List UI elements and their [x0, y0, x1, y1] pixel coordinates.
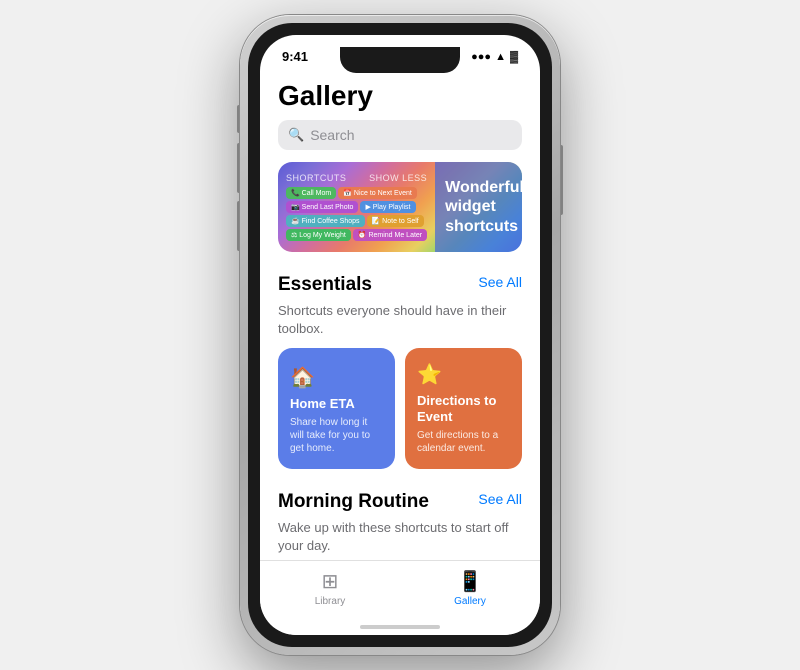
- tab-bar: ⊞ Library 📱 Gallery: [260, 560, 540, 619]
- notch: [340, 47, 460, 73]
- shortcut-row-2: 📷 Send Last Photo ▶ Play Playlist: [286, 201, 427, 213]
- home-indicator: [260, 619, 540, 635]
- phone-shell: 9:41 ●●● ▲ ▓ Gallery 🔍 Search: [240, 15, 560, 655]
- home-eta-icon: 🏠: [290, 365, 383, 390]
- morning-desc: Wake up with these shortcuts to start of…: [260, 517, 540, 560]
- signal-icon: ●●●: [471, 51, 491, 63]
- shortcut-playlist: ▶ Play Playlist: [360, 201, 415, 213]
- shortcut-coffee: ☕ Find Coffee Shops: [286, 215, 365, 227]
- featured-banner[interactable]: shortcuts Show Less 📞 Call Mom 📅 Nice to…: [278, 162, 522, 252]
- home-eta-desc: Share how long it will take for you to g…: [290, 416, 383, 455]
- essentials-cards: 🏠 Home ETA Share how long it will take f…: [260, 348, 540, 486]
- shortcut-row-3: ☕ Find Coffee Shops 📝 Note to Self: [286, 215, 427, 227]
- shortcut-note: 📝 Note to Self: [367, 215, 424, 227]
- tab-library[interactable]: ⊞ Library: [260, 569, 400, 607]
- morning-see-all[interactable]: See All: [478, 491, 522, 507]
- directions-event-card[interactable]: ⭐ Directions to Event Get directions to …: [405, 348, 522, 468]
- shortcut-last-photo: 📷 Send Last Photo: [286, 201, 358, 213]
- morning-title: Morning Routine: [278, 491, 429, 513]
- library-label: Library: [315, 596, 346, 607]
- shortcut-row-4: ⚖ Log My Weight ⏰ Remind Me Later: [286, 229, 427, 241]
- gallery-label: Gallery: [454, 596, 486, 607]
- screen: 9:41 ●●● ▲ ▓ Gallery 🔍 Search: [260, 35, 540, 635]
- essentials-see-all[interactable]: See All: [478, 274, 522, 290]
- power-button[interactable]: [560, 145, 563, 215]
- essentials-header: Essentials See All: [260, 270, 540, 300]
- phone: 9:41 ●●● ▲ ▓ Gallery 🔍 Search: [240, 15, 560, 655]
- directions-icon: ⭐: [417, 362, 510, 387]
- featured-left: shortcuts Show Less 📞 Call Mom 📅 Nice to…: [278, 163, 435, 251]
- home-eta-card[interactable]: 🏠 Home ETA Share how long it will take f…: [278, 348, 395, 468]
- search-icon: 🔍: [288, 127, 304, 143]
- library-icon: ⊞: [322, 569, 339, 594]
- mini-shortcuts: 📞 Call Mom 📅 Nice to Next Event 📷 Send L…: [286, 187, 427, 241]
- wifi-icon: ▲: [495, 51, 506, 63]
- directions-desc: Get directions to a calendar event.: [417, 429, 510, 455]
- shortcut-weight: ⚖ Log My Weight: [286, 229, 351, 241]
- status-icons: ●●● ▲ ▓: [471, 51, 518, 63]
- featured-text: Wonderful widget shortcuts: [445, 178, 522, 236]
- featured-right: Wonderful widget shortcuts: [435, 162, 522, 252]
- status-time: 9:41: [282, 49, 308, 64]
- shortcut-remind: ⏰ Remind Me Later: [353, 229, 427, 241]
- home-eta-title: Home ETA: [290, 396, 383, 412]
- essentials-title: Essentials: [278, 274, 372, 296]
- shortcut-call-mom: 📞 Call Mom: [286, 187, 336, 199]
- home-bar: [360, 625, 440, 629]
- phone-inner: 9:41 ●●● ▲ ▓ Gallery 🔍 Search: [248, 23, 552, 647]
- essentials-desc: Shortcuts everyone should have in their …: [260, 300, 540, 348]
- morning-header: Morning Routine See All: [260, 487, 540, 517]
- page-title: Gallery: [260, 70, 540, 120]
- search-bar[interactable]: 🔍 Search: [278, 120, 522, 150]
- search-placeholder: Search: [310, 127, 354, 143]
- shortcut-next-event: 📅 Nice to Next Event: [338, 187, 417, 199]
- featured-label: shortcuts Show Less: [286, 173, 427, 183]
- tab-gallery[interactable]: 📱 Gallery: [400, 569, 540, 607]
- content-area[interactable]: Gallery 🔍 Search shortcuts Show Less: [260, 70, 540, 560]
- shortcut-row-1: 📞 Call Mom 📅 Nice to Next Event: [286, 187, 427, 199]
- gallery-icon: 📱: [458, 569, 483, 594]
- battery-icon: ▓: [510, 51, 518, 63]
- directions-title: Directions to Event: [417, 393, 510, 424]
